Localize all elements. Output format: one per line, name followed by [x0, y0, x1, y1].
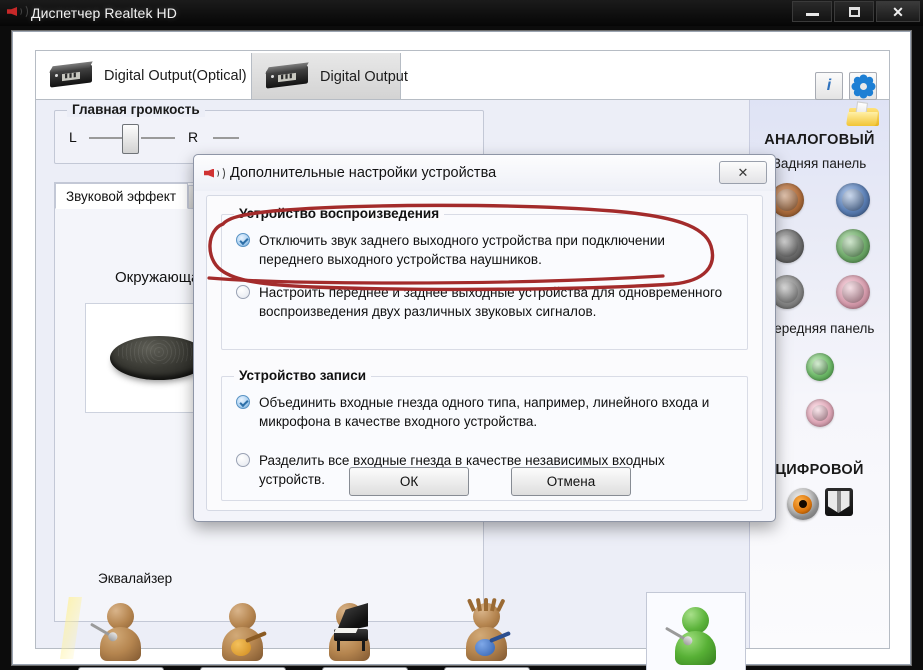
toolbar: i: [815, 72, 877, 100]
stereo-receiver-icon: ▮▮▮: [264, 61, 311, 90]
dialog-body: Устройство воспроизведения Отключить зву…: [206, 195, 763, 511]
slider-track-extra[interactable]: [213, 137, 239, 139]
analog-section-title: АНАЛОГОВЫЙ: [764, 132, 875, 148]
tab-label: Digital Output(Optical): [104, 67, 247, 84]
option-label: Отключить звук заднего выходного устройс…: [259, 233, 665, 267]
dialog-titlebar: Дополнительные настройки устройства: [194, 155, 775, 191]
tab-digital-output[interactable]: ▮▮▮ Digital Output: [251, 53, 408, 100]
window-title: Диспетчер Realtek HD: [31, 5, 177, 21]
slider-track-left[interactable]: [89, 137, 123, 139]
minimize-button[interactable]: [792, 1, 832, 22]
tab-sound-effect[interactable]: Звуковой эффект: [55, 183, 188, 209]
coaxial-jack[interactable]: [786, 488, 819, 520]
jack-slot[interactable]: [787, 344, 853, 390]
cancel-button[interactable]: Отмена: [511, 467, 631, 496]
close-button[interactable]: ✕: [876, 1, 920, 22]
folder-icon[interactable]: [846, 101, 881, 128]
maximize-button[interactable]: [834, 1, 874, 22]
realtek-manager-window: ▮▮▮ Digital Output(Optical) ▮▮▮ Digital …: [12, 31, 911, 670]
gear-icon: [853, 76, 873, 96]
karaoke-panel: КараОКе +0 ▲ ▼: [646, 592, 746, 670]
option-label: Объединить входные гнезда одного типа, н…: [259, 395, 710, 429]
option-label: Разделить все входные гнезда в качестве …: [259, 453, 665, 487]
dialog-close-button[interactable]: ✕: [719, 161, 767, 184]
pianist-icon: [310, 597, 420, 663]
balance-slider-thumb[interactable]: [122, 124, 139, 154]
speaker-icon: [204, 165, 225, 181]
radio-button-selected[interactable]: [236, 395, 250, 409]
jack-slot[interactable]: [820, 223, 886, 269]
radio-button-selected[interactable]: [236, 233, 250, 247]
close-icon: ✕: [892, 3, 904, 20]
tab-digital-output-optical[interactable]: ▮▮▮ Digital Output(Optical): [36, 51, 251, 100]
optical-jack[interactable]: [824, 488, 853, 516]
recording-option-2[interactable]: Разделить все входные гнезда в качестве …: [236, 451, 729, 489]
equalizer-preset-live[interactable]: Лайв: [188, 597, 298, 670]
jack-green[interactable]: [835, 229, 870, 263]
info-button[interactable]: i: [815, 72, 843, 100]
slider-right-label: R: [188, 129, 199, 145]
minimize-icon: [805, 13, 819, 16]
maximize-icon: [848, 6, 860, 17]
front-jack-pink[interactable]: [805, 399, 834, 427]
jack-slot[interactable]: [820, 177, 886, 223]
karaoke-singer-icon: [647, 593, 745, 670]
equalizer-preset-club[interactable]: Клаб: [310, 597, 420, 670]
equalizer-label: Эквалайзер: [98, 571, 173, 586]
tab-label: Звуковой эффект: [66, 188, 177, 204]
equalizer-preset-rock[interactable]: Рок: [432, 597, 542, 670]
jack-slot[interactable]: [787, 390, 853, 436]
screen: Диспетчер Realtek HD ✕ ▮▮▮ Digital Outpu…: [0, 0, 923, 670]
singer-icon: [60, 597, 176, 663]
window-controls: ✕: [792, 1, 920, 22]
master-volume-label: Главная громкость: [67, 102, 205, 117]
front-jack-green[interactable]: [805, 353, 834, 381]
playback-option-2[interactable]: Настроить переднее и заднее выходные уст…: [236, 283, 729, 321]
jack-blue[interactable]: [835, 183, 870, 217]
recording-option-1[interactable]: Объединить входные гнезда одного типа, н…: [236, 393, 729, 431]
slider-left-label: L: [69, 129, 77, 145]
dialog-title: Дополнительные настройки устройства: [230, 165, 497, 181]
radio-button[interactable]: [236, 453, 250, 467]
slider-track-right[interactable]: [141, 137, 175, 139]
recording-group-legend: Устройство записи: [234, 368, 371, 383]
rocker-icon: [432, 597, 542, 663]
jack-pink[interactable]: [835, 275, 870, 309]
playback-group-legend: Устройство воспроизведения: [234, 206, 445, 221]
jack-slot[interactable]: [820, 269, 886, 315]
guitarist-icon: [188, 597, 298, 663]
radio-button[interactable]: [236, 285, 250, 299]
playback-option-1[interactable]: Отключить звук заднего выходного устройс…: [236, 231, 729, 269]
window-titlebar: Диспетчер Realtek HD ✕: [0, 0, 923, 26]
device-tabstrip: ▮▮▮ Digital Output(Optical) ▮▮▮ Digital …: [35, 50, 890, 100]
stereo-receiver-icon: ▮▮▮: [48, 60, 95, 89]
settings-gear-button[interactable]: [849, 72, 877, 100]
option-label: Настроить переднее и заднее выходные уст…: [259, 285, 723, 319]
speaker-icon: [7, 4, 28, 22]
advanced-device-settings-dialog: Дополнительные настройки устройства ✕ Ус…: [193, 154, 776, 522]
recording-device-group: Устройство записи Объединить входные гне…: [221, 368, 748, 501]
playback-device-group: Устройство воспроизведения Отключить зву…: [221, 206, 748, 350]
info-icon: i: [826, 77, 832, 94]
equalizer-preset-pop[interactable]: Поп: [60, 597, 176, 670]
ok-button[interactable]: ОК: [349, 467, 469, 496]
tab-label: Digital Output: [320, 68, 408, 85]
